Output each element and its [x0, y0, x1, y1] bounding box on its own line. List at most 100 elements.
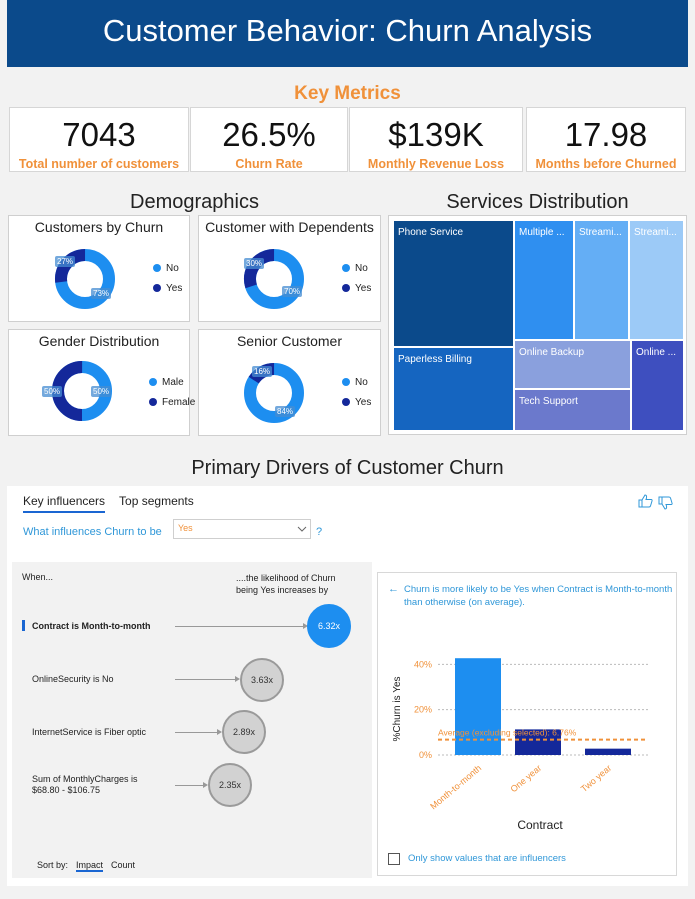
sort-label: Sort by:: [37, 860, 69, 870]
influencer-label[interactable]: InternetService is Fiber optic: [32, 727, 146, 737]
thumbs-down-icon[interactable]: [658, 496, 674, 510]
card-title: Gender Distribution: [38, 333, 160, 349]
detail-message: Churn is more likely to be Yes when Cont…: [404, 584, 673, 608]
demographics-title: Demographics: [130, 191, 259, 213]
legend-dot: [153, 284, 161, 292]
x-tick-label: Month-to-month: [428, 763, 483, 811]
donut-card-senior: Senior Customer 16% 84% No Yes: [198, 329, 381, 436]
connector-line: [175, 785, 205, 786]
services-title: Services Distribution: [446, 191, 629, 213]
legend-label: No: [355, 262, 368, 274]
x-tick-label: Two year: [579, 763, 613, 794]
legend: No Yes: [342, 258, 371, 298]
donut-label: 30%: [244, 258, 265, 269]
treemap-tile-tech-support[interactable]: Tech Support: [514, 389, 631, 431]
influencer-bubble[interactable]: 2.35x: [208, 763, 252, 807]
influencer-label[interactable]: Contract is Month-to-month: [32, 621, 150, 631]
legend-label: No: [355, 376, 368, 388]
services-treemap: Phone Service Multiple ... Streami... St…: [388, 215, 687, 435]
treemap-tile-streaming-2[interactable]: Streami...: [629, 220, 684, 340]
tab-key-influencers[interactable]: Key influencers: [23, 494, 106, 513]
treemap-tile-online-security[interactable]: Online ...: [631, 340, 684, 431]
bar-two-year: [585, 748, 631, 755]
treemap-tile-phone-service[interactable]: Phone Service: [393, 220, 514, 347]
treemap-tile-streaming-1[interactable]: Streami...: [574, 220, 629, 340]
connector-line: [175, 679, 237, 680]
x-tick-label: One year: [508, 763, 543, 794]
card-title: Customers by Churn: [34, 219, 164, 235]
sort-bar: Sort by: Impact Count: [37, 860, 135, 872]
key-influencers-visual: Key influencers Top segments What influe…: [7, 486, 688, 886]
legend-dot: [342, 378, 350, 386]
donut-label: 84%: [275, 406, 296, 417]
influencer-label[interactable]: OnlineSecurity is No: [32, 674, 114, 684]
donut-card-churn: Customers by Churn 27% 73% No Yes: [8, 215, 190, 322]
dashboard-title: Customer Behavior: Churn Analysis: [7, 0, 688, 67]
kpi-months-before-churn: 17.98 Months before Churned: [526, 107, 686, 172]
influencer-detail-panel: ← Churn is more likely to be Yes when Co…: [377, 572, 677, 876]
donut-label: 50%: [91, 386, 112, 397]
thumbs-up-icon[interactable]: [638, 494, 654, 508]
kpi-value: 26.5%: [222, 116, 316, 153]
when-label: When...: [22, 572, 54, 582]
donut-label: 16%: [252, 366, 273, 377]
kpi-label: Monthly Revenue Loss: [367, 157, 505, 171]
question-label: What influences Churn to be: [23, 526, 162, 538]
y-tick-label: 40%: [414, 659, 432, 669]
influencer-label[interactable]: Sum of MonthlyCharges is $68.80 - $106.7…: [32, 774, 152, 796]
legend-dot: [149, 378, 157, 386]
legend-dot: [153, 264, 161, 272]
influencer-bubble[interactable]: 3.63x: [240, 658, 284, 702]
influencers-list: When... ....the likelihood of Churn bein…: [12, 562, 372, 878]
donut-label: 27%: [55, 256, 76, 267]
treemap-tile-online-backup[interactable]: Online Backup: [514, 340, 631, 389]
tab-top-segments[interactable]: Top segments: [119, 494, 194, 513]
checkbox-label[interactable]: Only show values that are influencers: [408, 853, 566, 864]
influencer-bubble[interactable]: 2.89x: [222, 710, 266, 754]
kpi-churn-rate: 26.5% Churn Rate: [190, 107, 348, 172]
treemap-tile-paperless-billing[interactable]: Paperless Billing: [393, 347, 514, 431]
selected-indicator: [22, 620, 25, 631]
back-arrow-icon[interactable]: ←: [388, 583, 399, 595]
kpi-revenue-loss: $139K Monthly Revenue Loss: [349, 107, 523, 172]
legend-label: Male: [162, 376, 184, 388]
help-icon[interactable]: ?: [316, 526, 322, 538]
legend-label: Yes: [355, 396, 372, 408]
card-title: Senior Customer: [236, 333, 343, 349]
legend-dot: [149, 398, 157, 406]
churn-value-dropdown[interactable]: Yes: [173, 519, 311, 539]
legend: Male Female: [149, 372, 195, 412]
dashboard: Customer Behavior: Churn Analysis Key Me…: [0, 0, 695, 899]
chevron-down-icon[interactable]: [297, 526, 307, 533]
kpi-value: $139K: [388, 116, 484, 153]
legend-label: Yes: [355, 282, 372, 294]
kpi-label: Total number of customers: [18, 157, 180, 171]
sort-count[interactable]: Count: [111, 860, 135, 872]
sort-impact[interactable]: Impact: [76, 860, 104, 872]
influencer-bubble[interactable]: 6.32x: [307, 604, 351, 648]
donut-label: 50%: [42, 386, 63, 397]
treemap-tile-multiple[interactable]: Multiple ...: [514, 220, 574, 340]
y-tick-label: 20%: [414, 705, 432, 715]
likelihood-label: ....the likelihood of Churn being Yes in…: [236, 573, 336, 595]
kpi-value: 17.98: [564, 116, 648, 153]
churn-by-contract-chart: 0% 20% 40% Month-to-month One year Two year Av…: [392, 658, 648, 832]
legend-dot: [342, 264, 350, 272]
influencers-only-checkbox[interactable]: [388, 853, 400, 865]
legend: No Yes: [342, 372, 371, 412]
donut-card-dependents: Customer with Dependents 30% 70% No Yes: [198, 215, 381, 322]
drivers-title: Primary Drivers of Customer Churn: [191, 457, 504, 479]
key-metrics-panel: Key Metrics 7043 Total number of custome…: [7, 77, 688, 175]
legend-label: Yes: [166, 282, 183, 294]
x-axis-label: Contract: [517, 818, 563, 832]
kpi-label: Months before Churned: [535, 157, 677, 171]
legend-dot: [342, 284, 350, 292]
kpi-label: Churn Rate: [235, 157, 303, 171]
donut-label: 70%: [282, 286, 303, 297]
donut-card-gender: Gender Distribution 50% 50% Male Female: [8, 329, 195, 436]
kpi-value: 7043: [62, 116, 136, 153]
card-title: Customer with Dependents: [205, 219, 374, 235]
legend: No Yes: [153, 258, 182, 298]
connector-line: [175, 732, 219, 733]
legend-label: Female: [162, 396, 196, 408]
